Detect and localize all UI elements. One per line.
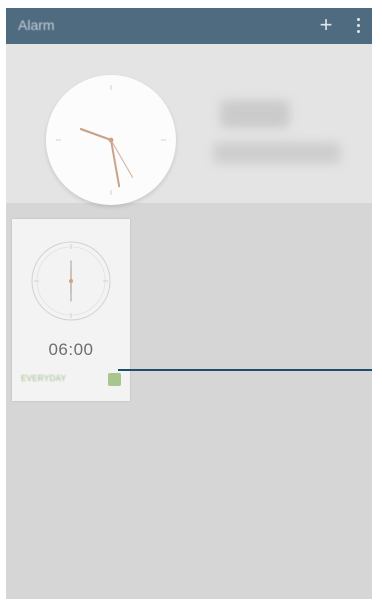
alarm-item[interactable]: 06:00 EVERYDAY [12, 219, 130, 401]
plus-icon: + [319, 12, 333, 37]
hour-hand [79, 127, 113, 142]
action-bar: Alarm + [6, 8, 372, 44]
alarm-clock-icon [31, 241, 111, 321]
analog-clock [46, 75, 176, 205]
current-time-text [220, 100, 290, 128]
overflow-menu-icon [356, 17, 360, 33]
alarm-screen: Alarm + 06:00 EVERYDAY [6, 8, 372, 599]
clock-panel [6, 44, 372, 205]
analog-clock-face [56, 85, 166, 195]
add-alarm-button[interactable]: + [314, 12, 338, 38]
overflow-menu-button[interactable] [346, 12, 370, 38]
alarm-repeat-label: EVERYDAY [21, 374, 67, 383]
app-title: Alarm [18, 17, 55, 33]
alarm-toggle[interactable] [108, 373, 121, 386]
alarm-time: 06:00 [48, 340, 94, 359]
current-date-text [213, 142, 341, 164]
callout-line [118, 369, 372, 371]
